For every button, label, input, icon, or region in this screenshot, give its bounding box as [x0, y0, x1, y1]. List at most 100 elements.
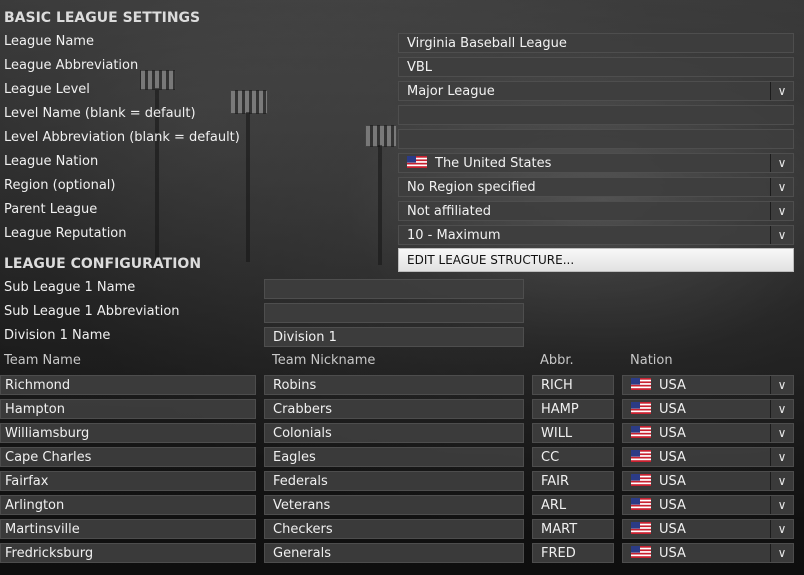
team-nickname-field[interactable]: Crabbers [264, 399, 524, 419]
us-flag-icon [631, 546, 651, 558]
chevron-down-icon[interactable]: ∨ [770, 424, 793, 442]
league-abbr-label: League Abbreviation [4, 58, 139, 73]
team-nation-dropdown[interactable]: USA ∨ [622, 447, 794, 467]
team-nation-value: USA [659, 402, 686, 417]
team-abbr-field[interactable]: FRED [532, 543, 614, 563]
team-nickname-field[interactable]: Generals [264, 543, 524, 563]
team-nation-dropdown[interactable]: USA ∨ [622, 495, 794, 515]
parent-league-value: Not affiliated [407, 204, 491, 219]
league-nation-value: The United States [435, 156, 552, 171]
light-tower-lamp [140, 70, 176, 90]
chevron-down-icon[interactable]: ∨ [770, 400, 793, 418]
chevron-down-icon[interactable]: ∨ [770, 544, 793, 562]
us-flag-icon [631, 450, 651, 462]
league-level-dropdown[interactable]: Major League ∨ [398, 81, 794, 101]
light-tower-pole [246, 112, 250, 262]
division-name-label: Division 1 Name [4, 328, 111, 343]
parent-league-dropdown[interactable]: Not affiliated ∨ [398, 201, 794, 221]
light-tower-lamp [365, 125, 397, 147]
team-nation-value: USA [659, 546, 686, 561]
team-nation-value: USA [659, 474, 686, 489]
team-name-field[interactable]: Fredricksburg [0, 543, 256, 563]
edit-league-structure-button[interactable]: EDIT LEAGUE STRUCTURE... [398, 248, 794, 272]
team-name-field[interactable]: Hampton [0, 399, 256, 419]
basic-settings-title: BASIC LEAGUE SETTINGS [4, 10, 201, 26]
team-abbr-field[interactable]: RICH [532, 375, 614, 395]
team-nickname-field[interactable]: Veterans [264, 495, 524, 515]
chevron-down-icon[interactable]: ∨ [770, 472, 793, 490]
team-nickname-header: Team Nickname [272, 353, 376, 368]
league-config-title: LEAGUE CONFIGURATION [4, 256, 202, 272]
team-nation-header: Nation [630, 353, 673, 368]
us-flag-icon [631, 474, 651, 486]
parent-league-label: Parent League [4, 202, 98, 217]
level-name-field[interactable] [398, 105, 794, 125]
team-abbr-field[interactable]: FAIR [532, 471, 614, 491]
team-nickname-field[interactable]: Checkers [264, 519, 524, 539]
chevron-down-icon[interactable]: ∨ [770, 178, 793, 196]
team-name-field[interactable]: Martinsville [0, 519, 256, 539]
region-value: No Region specified [407, 180, 536, 195]
team-abbr-field[interactable]: WILL [532, 423, 614, 443]
level-abbr-label: Level Abbreviation (blank = default) [4, 130, 240, 145]
chevron-down-icon[interactable]: ∨ [770, 520, 793, 538]
team-nation-dropdown[interactable]: USA ∨ [622, 423, 794, 443]
sub-league-abbr-label: Sub League 1 Abbreviation [4, 304, 180, 319]
team-nation-dropdown[interactable]: USA ∨ [622, 543, 794, 563]
team-abbr-field[interactable]: ARL [532, 495, 614, 515]
team-name-field[interactable]: Williamsburg [0, 423, 256, 443]
team-nation-dropdown[interactable]: USA ∨ [622, 399, 794, 419]
team-nickname-field[interactable]: Colonials [264, 423, 524, 443]
sub-league-name-label: Sub League 1 Name [4, 280, 136, 295]
chevron-down-icon[interactable]: ∨ [770, 448, 793, 466]
team-nation-value: USA [659, 450, 686, 465]
light-tower-lamp [230, 90, 268, 114]
us-flag-icon [631, 426, 651, 438]
league-name-label: League Name [4, 34, 94, 49]
us-flag-icon [631, 498, 651, 510]
league-abbr-field[interactable]: VBL [398, 57, 794, 77]
team-nickname-field[interactable]: Eagles [264, 447, 524, 467]
sub-league-abbr-field[interactable] [264, 303, 524, 323]
league-level-value: Major League [407, 84, 495, 99]
sub-league-name-field[interactable] [264, 279, 524, 299]
chevron-down-icon[interactable]: ∨ [770, 376, 793, 394]
team-name-field[interactable]: Cape Charles [0, 447, 256, 467]
region-label: Region (optional) [4, 178, 116, 193]
team-abbr-field[interactable]: HAMP [532, 399, 614, 419]
chevron-down-icon[interactable]: ∨ [770, 202, 793, 220]
team-nation-dropdown[interactable]: USA ∨ [622, 375, 794, 395]
chevron-down-icon[interactable]: ∨ [770, 496, 793, 514]
level-name-label: Level Name (blank = default) [4, 106, 196, 121]
chevron-down-icon[interactable]: ∨ [770, 154, 793, 172]
us-flag-icon [631, 378, 651, 390]
team-abbr-field[interactable]: MART [532, 519, 614, 539]
team-nickname-field[interactable]: Federals [264, 471, 524, 491]
league-name-field[interactable]: Virginia Baseball League [398, 33, 794, 53]
reputation-dropdown[interactable]: 10 - Maximum ∨ [398, 225, 794, 245]
team-name-field[interactable]: Fairfax [0, 471, 256, 491]
light-tower-pole [378, 145, 382, 265]
region-dropdown[interactable]: No Region specified ∨ [398, 177, 794, 197]
team-abbr-header: Abbr. [540, 353, 574, 368]
reputation-label: League Reputation [4, 226, 127, 241]
league-nation-dropdown[interactable]: The United States ∨ [398, 153, 794, 173]
team-nation-dropdown[interactable]: USA ∨ [622, 471, 794, 491]
division-name-field[interactable]: Division 1 [264, 327, 524, 347]
us-flag-icon [407, 156, 427, 168]
team-nation-dropdown[interactable]: USA ∨ [622, 519, 794, 539]
league-level-label: League Level [4, 82, 90, 97]
league-nation-label: League Nation [4, 154, 99, 169]
team-nation-value: USA [659, 498, 686, 513]
team-name-field[interactable]: Arlington [0, 495, 256, 515]
team-name-field[interactable]: Richmond [0, 375, 256, 395]
us-flag-icon [631, 402, 651, 414]
team-name-header: Team Name [4, 353, 81, 368]
level-abbr-field[interactable] [398, 129, 794, 149]
team-abbr-field[interactable]: CC [532, 447, 614, 467]
chevron-down-icon[interactable]: ∨ [770, 226, 793, 244]
team-nickname-field[interactable]: Robins [264, 375, 524, 395]
chevron-down-icon[interactable]: ∨ [770, 82, 793, 100]
us-flag-icon [631, 522, 651, 534]
team-nation-value: USA [659, 426, 686, 441]
